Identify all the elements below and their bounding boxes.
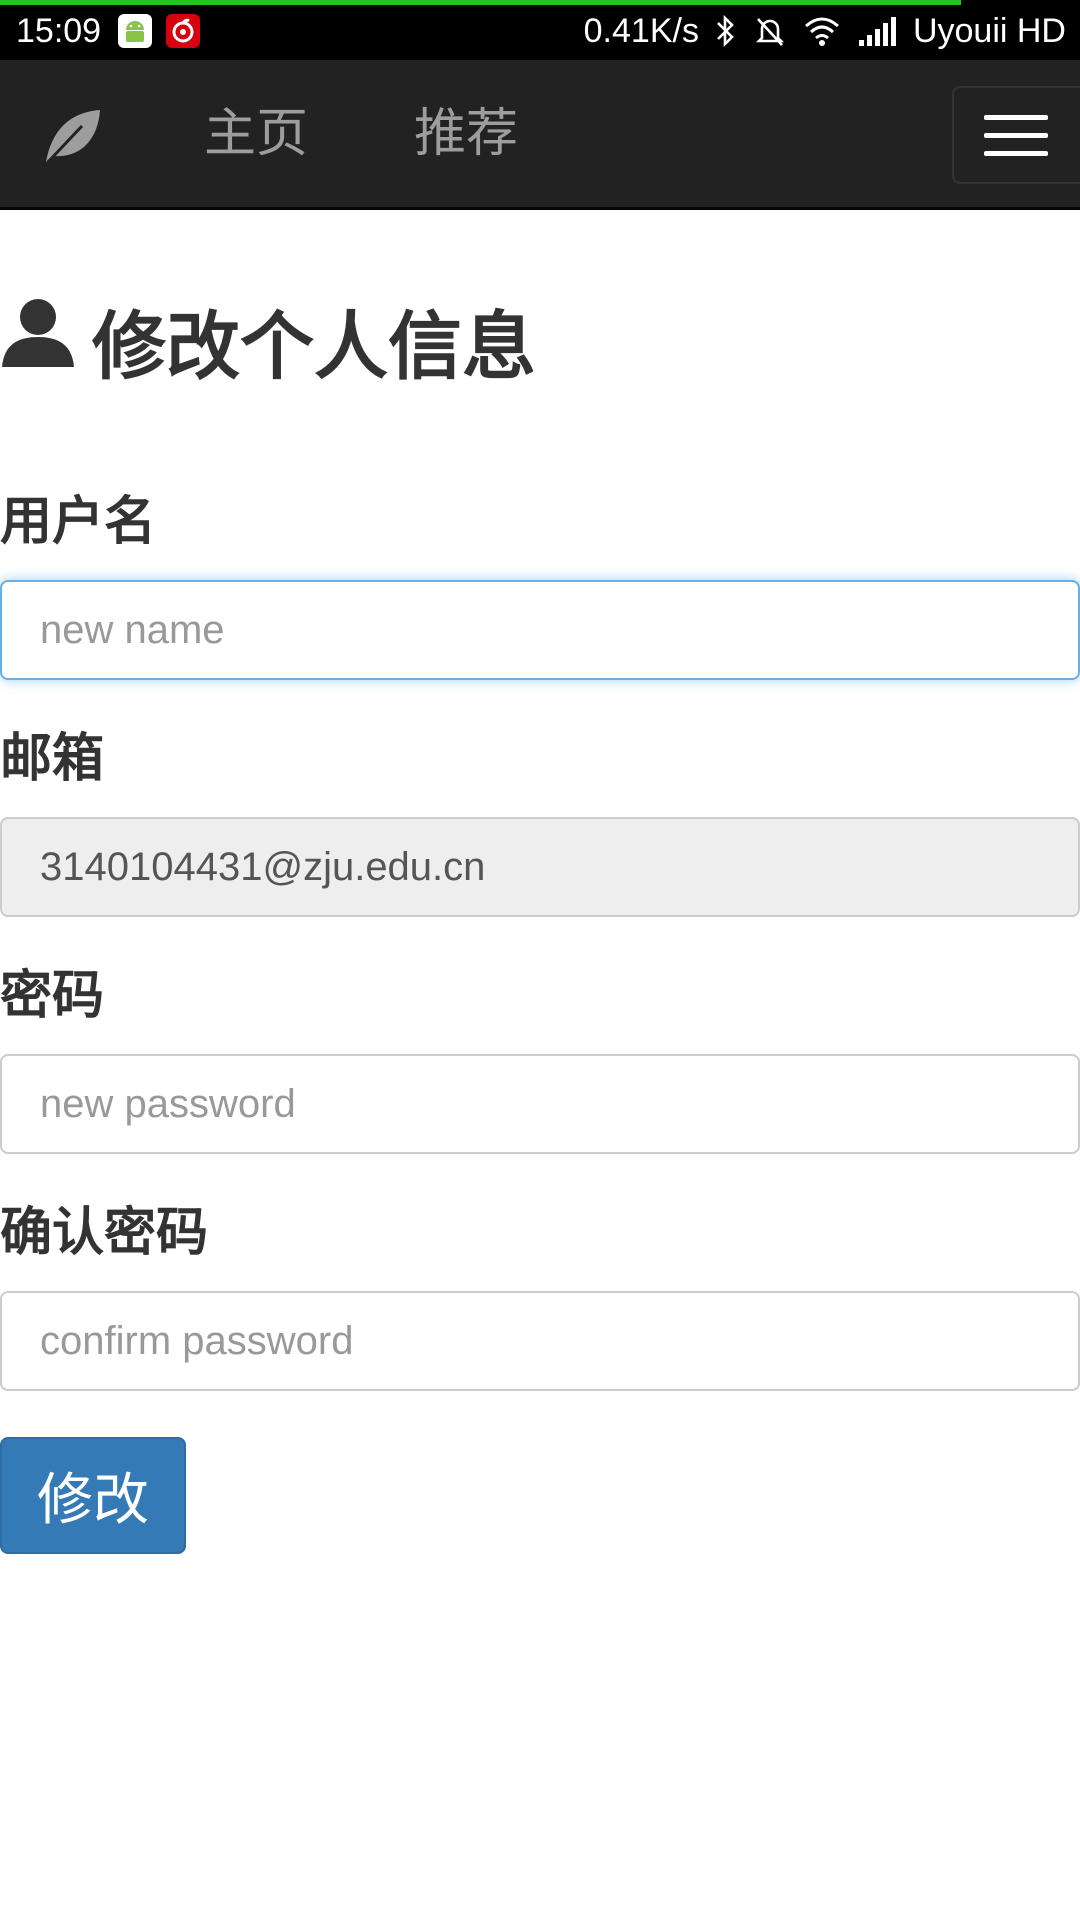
netease-music-icon xyxy=(166,14,200,48)
page-title-text: 修改个人信息 xyxy=(92,303,536,390)
net-speed: 0.41K/s xyxy=(583,11,699,50)
email-input[interactable] xyxy=(0,817,1080,917)
leaf-icon[interactable] xyxy=(42,106,102,170)
email-label: 邮箱 xyxy=(0,729,105,789)
confirm-password-input[interactable] xyxy=(0,1291,1080,1391)
username-input[interactable] xyxy=(0,580,1080,680)
nav-home-link[interactable]: 主页 xyxy=(204,96,308,172)
password-input[interactable] xyxy=(0,1054,1080,1154)
bluetooth-icon xyxy=(715,14,737,48)
page-title: 修改个人信息 xyxy=(0,290,536,390)
android-icon xyxy=(118,14,152,48)
confirm-password-label: 确认密码 xyxy=(0,1203,209,1263)
navbar: 主页 推荐 xyxy=(0,60,1080,210)
menu-toggle-button[interactable] xyxy=(952,86,1080,184)
user-icon xyxy=(0,293,76,387)
nav-recommend-link[interactable]: 推荐 xyxy=(414,96,518,172)
status-progress-bar xyxy=(0,0,962,5)
submit-button[interactable]: 修改 xyxy=(0,1437,186,1554)
username-label: 用户名 xyxy=(0,492,157,552)
status-bar: 15:09 0.41K/s Uyouii HD xyxy=(0,0,1080,60)
signal-icon xyxy=(857,14,897,48)
carrier-name: Uyouii HD xyxy=(912,11,1066,50)
status-time: 15:09 xyxy=(16,12,102,50)
wifi-icon xyxy=(803,14,841,48)
mute-icon xyxy=(753,14,787,48)
password-label: 密码 xyxy=(0,966,105,1026)
